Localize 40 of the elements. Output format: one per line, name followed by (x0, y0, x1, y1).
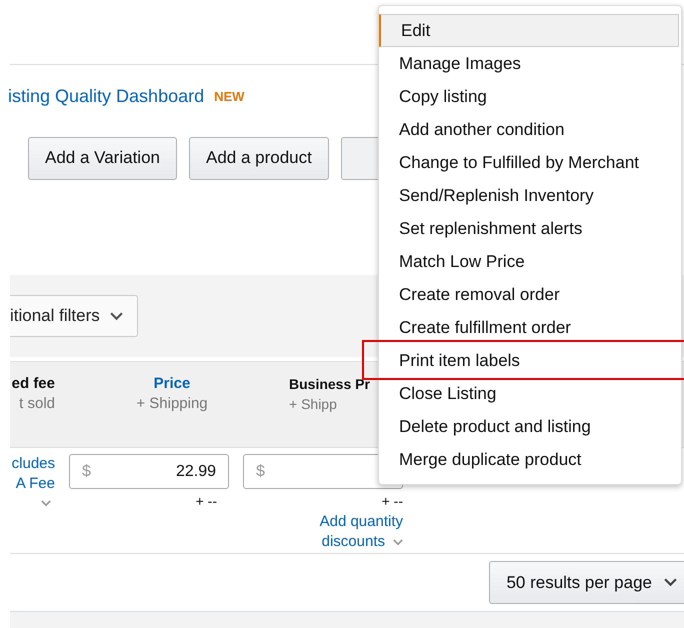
menu-item[interactable]: Copy listing (379, 80, 681, 113)
column-subheader: + Shipping (136, 394, 208, 414)
fee-link[interactable]: A Fee (16, 474, 55, 494)
action-button[interactable]: Add a product (188, 136, 329, 180)
results-per-page-select[interactable]: 50 results per page (489, 561, 684, 604)
chevron-down-icon (393, 538, 403, 546)
shipping-value: + -- (196, 492, 217, 511)
menu-item[interactable]: Edit (379, 14, 679, 47)
filters-button[interactable]: itional filters (10, 295, 138, 337)
menu-item[interactable]: Set replenishment alerts (379, 212, 681, 245)
menu-item[interactable]: Create removal order (379, 278, 681, 311)
menu-item[interactable]: Delete product and listing (379, 410, 681, 443)
action-button[interactable]: Add a Variation (28, 136, 177, 180)
new-label: NEW (214, 88, 244, 106)
menu-item[interactable]: Print item labels (379, 344, 681, 377)
dashboard-link[interactable]: isting Quality Dashboard (8, 82, 204, 110)
column-header: Business Pr (289, 375, 370, 394)
menu-item[interactable]: Send/Replenish Inventory (379, 179, 681, 212)
chevron-down-icon (110, 312, 123, 320)
column-header: ed fee (12, 374, 55, 394)
column-header[interactable]: Price (154, 374, 190, 394)
price-field[interactable]: $ 22.99 (69, 454, 229, 489)
menu-item[interactable]: Change to Fulfilled by Merchant (379, 146, 681, 179)
quantity-discounts-link[interactable]: discounts (322, 532, 385, 552)
fee-link[interactable]: cludes (12, 454, 55, 474)
currency-symbol: $ (82, 462, 91, 482)
partial-button[interactable] (340, 136, 381, 180)
column-subheader: t sold (19, 394, 55, 414)
column-subheader: + Shipp (289, 395, 337, 414)
price-value: 22.99 (176, 462, 216, 482)
quantity-discounts-link[interactable]: Add quantity (320, 512, 403, 532)
menu-item[interactable]: Close Listing (379, 377, 681, 410)
menu-item[interactable]: Create fulfillment order (379, 311, 681, 344)
currency-symbol: $ (256, 462, 265, 482)
menu-item[interactable]: Match Low Price (379, 245, 681, 278)
menu-item[interactable]: Add another condition (379, 113, 681, 146)
chevron-down-icon (41, 500, 51, 507)
menu-item[interactable]: Manage Images (379, 47, 681, 80)
chevron-down-icon (664, 578, 677, 587)
shipping-value: + -- (382, 492, 403, 511)
